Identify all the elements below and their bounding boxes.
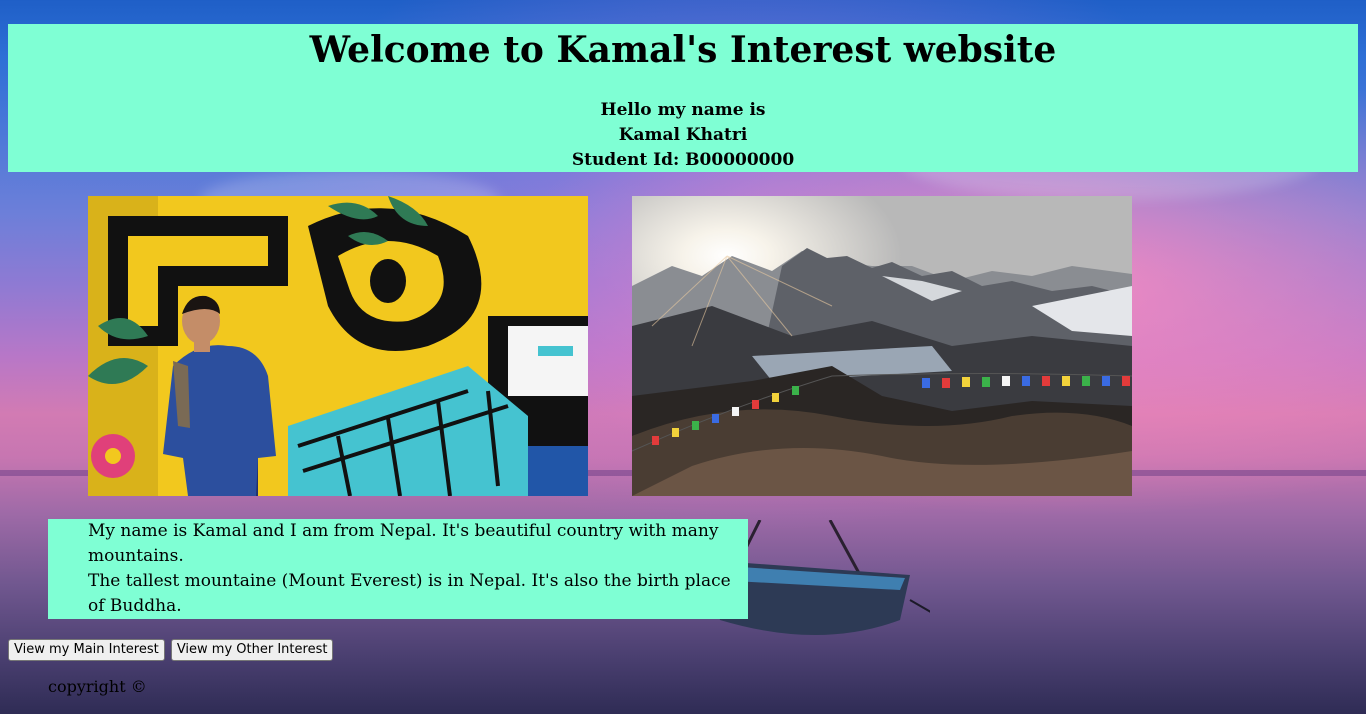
mountain-sunrise-photo-icon <box>632 196 1132 496</box>
copyright-footer: copyright © <box>48 677 147 696</box>
button-row: View my Main Interest View my Other Inte… <box>8 638 334 661</box>
student-name: Kamal Khatri <box>618 125 748 145</box>
intro-block: Hello my name is Kamal Khatri Student Id… <box>8 98 1358 173</box>
person-with-mural-photo-icon <box>88 196 588 496</box>
view-other-interest-button[interactable]: View my Other Interest <box>170 638 334 661</box>
about-panel: My name is Kamal and I am from Nepal. It… <box>48 519 748 619</box>
about-line-2: The tallest mountaine (Mount Everest) is… <box>88 571 731 616</box>
header-panel: Welcome to Kamal's Interest website Hell… <box>8 24 1358 172</box>
page-title: Welcome to Kamal's Interest website <box>309 29 1057 71</box>
about-line-1: My name is Kamal and I am from Nepal. It… <box>88 521 719 566</box>
mountain-photo <box>632 196 1132 496</box>
greeting-text: Hello my name is <box>600 100 766 120</box>
student-id: Student Id: B00000000 <box>571 150 795 170</box>
person-mural-photo <box>88 196 588 496</box>
view-main-interest-button[interactable]: View my Main Interest <box>8 638 165 661</box>
